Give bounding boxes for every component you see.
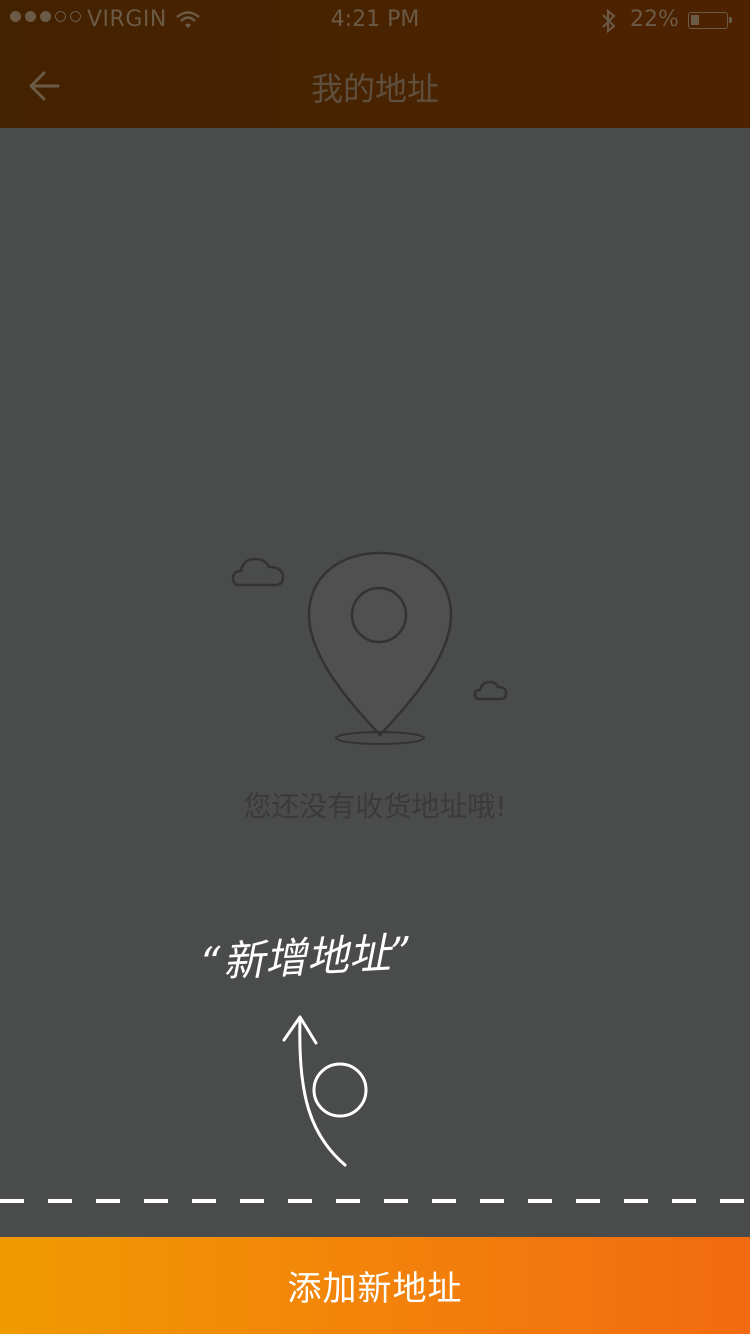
dashed-divider [0, 1199, 750, 1203]
location-pin-icon [302, 551, 453, 745]
handwritten-annotation: “新增地址” [200, 928, 413, 988]
empty-address-illustration [231, 551, 508, 745]
hand-drawn-arrow-icon [282, 1015, 368, 1167]
navigation-bar: VIRGIN 4:21 PM 22% 我的地址 [0, 0, 750, 128]
page-title: 我的地址 [310, 70, 439, 108]
handwritten-annotation-text: “新增地址” [200, 928, 413, 988]
add-new-address-button[interactable]: 添加新地址 [0, 1237, 750, 1334]
battery-icon [688, 12, 732, 29]
status-bar: VIRGIN 4:21 PM 22% [0, 0, 750, 40]
cloud-icon [231, 557, 285, 587]
bluetooth-icon [602, 8, 616, 34]
cloud-icon [473, 680, 508, 701]
empty-state-message: 您还没有收货地址哦! [243, 790, 507, 823]
battery-percentage: 22% [630, 7, 679, 32]
